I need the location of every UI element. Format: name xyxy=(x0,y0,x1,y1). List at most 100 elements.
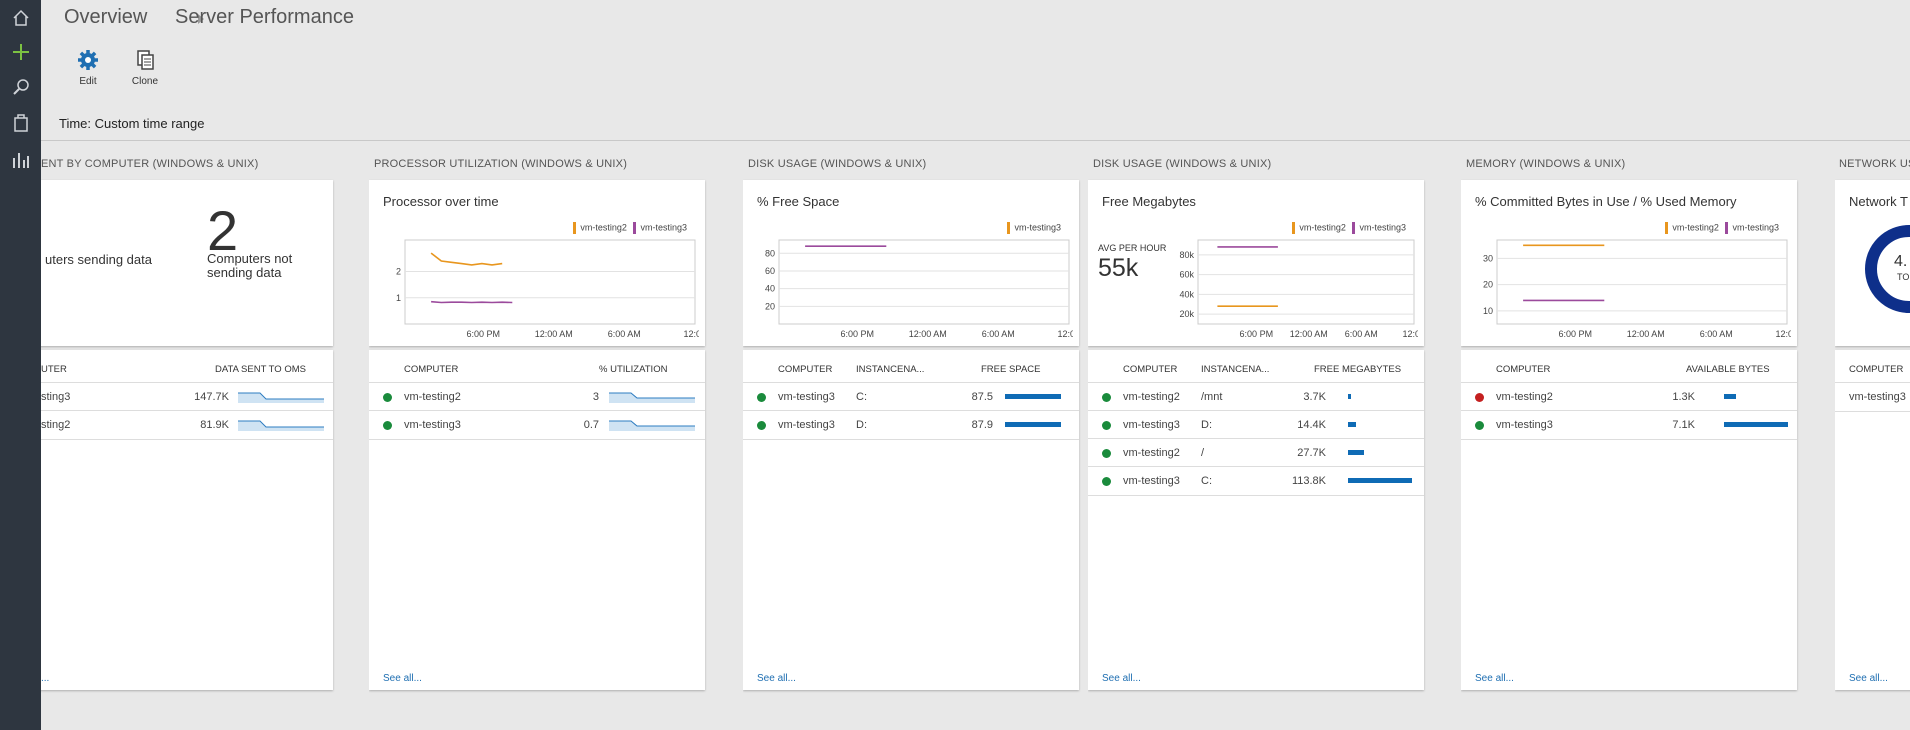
available-bytes-value: 1.3K xyxy=(1672,391,1695,403)
utilization-value: 0.7 xyxy=(583,419,599,431)
y-tick-label: 20 xyxy=(1483,280,1493,290)
home-icon[interactable] xyxy=(11,8,31,28)
x-tick-label: 6:00 PM xyxy=(1240,329,1274,339)
usage-chart-icon[interactable] xyxy=(11,150,31,170)
legend-swatch xyxy=(1665,222,1669,234)
x-tick-label: 6:00 AM xyxy=(608,329,641,339)
instance-name: C: xyxy=(856,391,867,403)
col-computer-header: COMPUTER xyxy=(1849,364,1904,375)
clone-button[interactable]: Clone xyxy=(120,48,170,87)
table-row[interactable]: vm-testing3 C: 113.8K xyxy=(1088,466,1424,496)
donut-label: TO xyxy=(1897,272,1910,282)
avg-value: 55k xyxy=(1098,254,1139,282)
instance-name: / xyxy=(1201,447,1205,459)
gear-icon xyxy=(78,50,98,70)
computer-name: vm-testing2 xyxy=(1496,391,1553,403)
y-tick-label: 20 xyxy=(765,301,775,311)
section-title: PROCESSOR UTILIZATION (WINDOWS & UNIX) xyxy=(374,158,628,170)
see-all-link[interactable]: ... xyxy=(41,673,49,684)
panel-disk-free-space: DISK USAGE (WINDOWS & UNIX) % Free Space… xyxy=(743,140,1083,730)
series-line-vm-testing2 xyxy=(430,252,503,266)
header: Overview Server Performance Edit Clone T… xyxy=(41,0,1910,141)
chart-legend: vm-testing2 vm-testing3 xyxy=(569,222,687,234)
table-row[interactable]: vm-testing3 D: 87.9 xyxy=(743,410,1079,440)
table-row[interactable]: vm-testing2/mnt 3.7K xyxy=(1088,382,1424,411)
section-title: NETWORK US xyxy=(1839,158,1910,170)
solutions-gallery-icon[interactable] xyxy=(11,113,31,133)
y-tick-label: 60k xyxy=(1179,270,1194,280)
col-instance-header: INSTANCENA... xyxy=(856,364,925,375)
avg-label: AVG PER HOUR xyxy=(1098,243,1167,253)
log-search-icon[interactable] xyxy=(11,77,31,97)
value-bar xyxy=(1348,394,1351,399)
legend-swatch xyxy=(1725,222,1729,234)
table-row[interactable]: vm-testing2 1.3K xyxy=(1461,382,1797,411)
x-tick-label: 12:00 xyxy=(1775,329,1791,339)
computer-name: vm-testing3 xyxy=(1123,419,1180,431)
table-card: COMPUTER AVAILABLE BYTES vm-testing2 1.3… xyxy=(1461,350,1797,690)
y-tick-label: 40k xyxy=(1179,289,1194,299)
data-sent-value: 81.9K xyxy=(200,419,229,431)
free-megabytes-value: 113.8K xyxy=(1291,475,1326,487)
status-dot xyxy=(1102,449,1111,458)
chart-card[interactable]: % Committed Bytes in Use / % Used Memory… xyxy=(1461,180,1797,346)
edit-button[interactable]: Edit xyxy=(63,48,113,87)
sparkline xyxy=(609,392,695,403)
legend-swatch xyxy=(1352,222,1356,234)
chart-title: Free Megabytes xyxy=(1102,194,1196,209)
legend-label: vm-testing3 xyxy=(640,222,687,233)
not-sending-caption: Computers not sending data xyxy=(207,251,293,280)
see-all-link[interactable]: See all... xyxy=(757,673,796,684)
table-row[interactable]: sting3 147.7K xyxy=(41,382,333,411)
col-computer-header: COMPUTER xyxy=(404,364,459,375)
plot-frame xyxy=(1197,239,1415,325)
legend-label: vm-testing2 xyxy=(1672,222,1719,233)
y-tick-label: 80k xyxy=(1179,250,1194,260)
add-icon[interactable] xyxy=(11,42,31,62)
status-dot xyxy=(1102,393,1111,402)
section-title: DISK USAGE (WINDOWS & UNIX) xyxy=(1093,158,1272,170)
table-row[interactable]: vm-testing3 0.7 xyxy=(369,410,705,440)
see-all-link[interactable]: See all... xyxy=(1102,673,1141,684)
table-row[interactable]: vm-testing3 C: 87.5 xyxy=(743,382,1079,411)
left-nav-bar xyxy=(0,0,41,730)
clone-label: Clone xyxy=(131,76,159,87)
chart-title: Network T xyxy=(1849,194,1908,209)
chart-card[interactable]: % Free Space vm-testing3 80 60 40 20 6:00 PM… xyxy=(743,180,1079,346)
table-row[interactable]: vm-testing3 D: 14.4K xyxy=(1088,410,1424,439)
chart-card[interactable]: Processor over time vm-testing2 vm-testi… xyxy=(369,180,705,346)
free-space-value: 87.9 xyxy=(971,419,993,431)
chart-card[interactable]: Free Megabytes AVG PER HOUR 55k vm-testi… xyxy=(1088,180,1424,346)
sparkline xyxy=(238,420,324,431)
sparkline xyxy=(609,420,695,431)
col-free-megabytes-header: FREE MEGABYTES xyxy=(1314,364,1402,375)
legend-label: vm-testing2 xyxy=(1299,222,1346,233)
breadcrumb-overview[interactable]: Overview xyxy=(64,6,147,29)
see-all-link[interactable]: See all... xyxy=(1849,673,1888,684)
processor-line-chart: 2 1 6:00 PM 12:00 AM 6:00 AM 12:00 xyxy=(396,239,699,339)
instance-name: C: xyxy=(1201,475,1212,487)
legend-label: vm-testing3 xyxy=(1014,222,1061,233)
value-bar xyxy=(1724,394,1736,399)
utilization-value: 3 xyxy=(592,391,599,403)
time-range-selector[interactable]: Time: Custom time range xyxy=(59,116,204,131)
computer-name: sting3 xyxy=(41,391,71,403)
chart-card[interactable]: Network T 4. TO xyxy=(1835,180,1910,346)
table-row[interactable]: vm-testing3 7.1K xyxy=(1461,410,1797,440)
instance-name: D: xyxy=(1201,419,1212,431)
table-card: COMPUTER INSTANCENA... FREE MEGABYTES vm… xyxy=(1088,350,1424,690)
free-megabytes-value: 3.7K xyxy=(1303,391,1326,403)
computer-name: vm-testing2 xyxy=(404,391,461,403)
table-row[interactable]: vm-testing2 3 xyxy=(369,382,705,411)
status-dot xyxy=(1102,421,1111,430)
table-card: COMPUTER vm-testing3 See all... xyxy=(1835,350,1910,690)
table-row[interactable]: vm-testing2 / 27.7K xyxy=(1088,438,1424,467)
chart-legend: vm-testing2 vm-testing3 xyxy=(1288,222,1406,234)
see-all-link[interactable]: See all... xyxy=(383,673,422,684)
table-row[interactable]: sting2 81.9K xyxy=(41,410,333,440)
table-row[interactable]: vm-testing3 xyxy=(1835,382,1910,412)
section-title: DISK USAGE (WINDOWS & UNIX) xyxy=(748,158,927,170)
summary-card[interactable]: 2 uters sending data Computers not sendi… xyxy=(41,180,333,346)
x-tick-label: 6:00 PM xyxy=(467,329,501,339)
see-all-link[interactable]: See all... xyxy=(1475,673,1514,684)
